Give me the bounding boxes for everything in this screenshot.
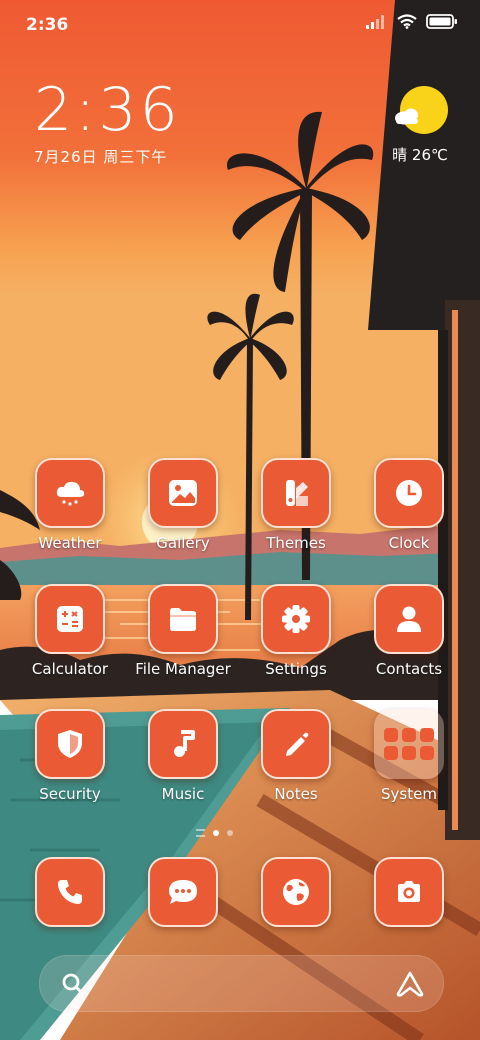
mini-app-icon [420,728,434,742]
app-icon-bg [374,584,444,654]
dock-browser[interactable] [241,857,351,927]
app-icon-bg [374,458,444,528]
app-gallery[interactable]: Gallery [128,458,238,552]
weather-icon [56,481,85,506]
search-icon[interactable] [60,971,86,997]
app-label: Clock [388,534,430,552]
app-icon-bg [148,709,218,779]
app-icon-bg [261,857,331,927]
app-icon-bg [35,709,105,779]
app-icon-bg [261,709,331,779]
app-notes[interactable]: Notes [241,709,351,803]
folder-grid-icon [374,709,444,779]
clock-icon [396,480,422,506]
app-label: Contacts [375,660,443,678]
signal-icon [366,14,384,29]
app-label: Calculator [31,660,109,678]
battery-icon [426,14,457,29]
status-icons [366,14,458,29]
app-file-manager[interactable]: File Manager [128,584,238,678]
music-note-icon [174,730,195,757]
browser-globe-icon [283,879,309,905]
app-label: Notes [274,785,318,803]
pencil-icon [286,732,309,756]
search-bar[interactable] [39,955,444,1012]
mini-app-icon [402,728,416,742]
camera-icon [398,881,420,902]
app-settings[interactable]: Settings [241,584,351,678]
themes-icon [286,480,308,506]
dock-messages[interactable] [128,857,238,927]
app-label: Music [161,785,205,803]
app-music[interactable]: Music [128,709,238,803]
page-list-icon [196,829,205,837]
app-weather[interactable]: Weather [15,458,125,552]
app-folder-system[interactable]: System [354,709,464,803]
mini-app-icon [402,746,416,760]
app-security[interactable]: Security [15,709,125,803]
contact-icon [397,606,421,632]
app-themes[interactable]: Themes [241,458,351,552]
app-icon-bg [261,584,331,654]
app-icon-bg [35,584,105,654]
calculator-icon [57,606,83,632]
dock-phone[interactable] [15,857,125,927]
partly-sunny-icon [395,86,448,134]
app-icon-bg [148,458,218,528]
app-calculator[interactable]: Calculator [15,584,125,678]
app-icon-bg [374,857,444,927]
shield-icon [58,730,82,758]
app-clock[interactable]: Clock [354,458,464,552]
wifi-icon [397,14,417,29]
page-dot-active [213,830,219,836]
app-label: Settings [265,660,327,678]
assistant-icon[interactable] [395,970,425,998]
app-label: Themes [266,534,326,552]
app-label: Gallery [156,534,210,552]
app-label: Weather [38,534,102,552]
app-icon-bg [35,857,105,927]
app-label: System [381,785,437,803]
dock-camera[interactable] [354,857,464,927]
mini-app-icon [384,746,398,760]
page-dot [227,830,233,836]
folder-icon [170,608,196,631]
app-icon-bg [148,584,218,654]
app-icon-bg [148,857,218,927]
clock-time: 2:36 [34,75,181,145]
mini-app-icon [420,746,434,760]
message-icon [169,880,197,904]
phone-icon [58,880,82,904]
app-icon-bg [35,458,105,528]
page-indicator[interactable] [196,829,233,837]
app-contacts[interactable]: Contacts [354,584,464,678]
app-label: File Manager [135,660,231,678]
clock-date: 7月26日 周三下午 [34,148,168,166]
gallery-icon [169,480,197,506]
weather-widget[interactable]: 晴 26℃ [382,82,458,165]
mini-app-icon [384,728,398,742]
app-icon-bg [261,458,331,528]
weather-text: 晴 26℃ [392,146,448,164]
app-label: Security [39,785,101,803]
status-bar: 2:36 [0,0,480,48]
folder-mini-grid [384,728,434,760]
clock-widget[interactable]: 2:36 7月26日 周三下午 [34,78,181,167]
gear-icon [282,605,310,633]
status-time: 2:36 [26,15,69,35]
